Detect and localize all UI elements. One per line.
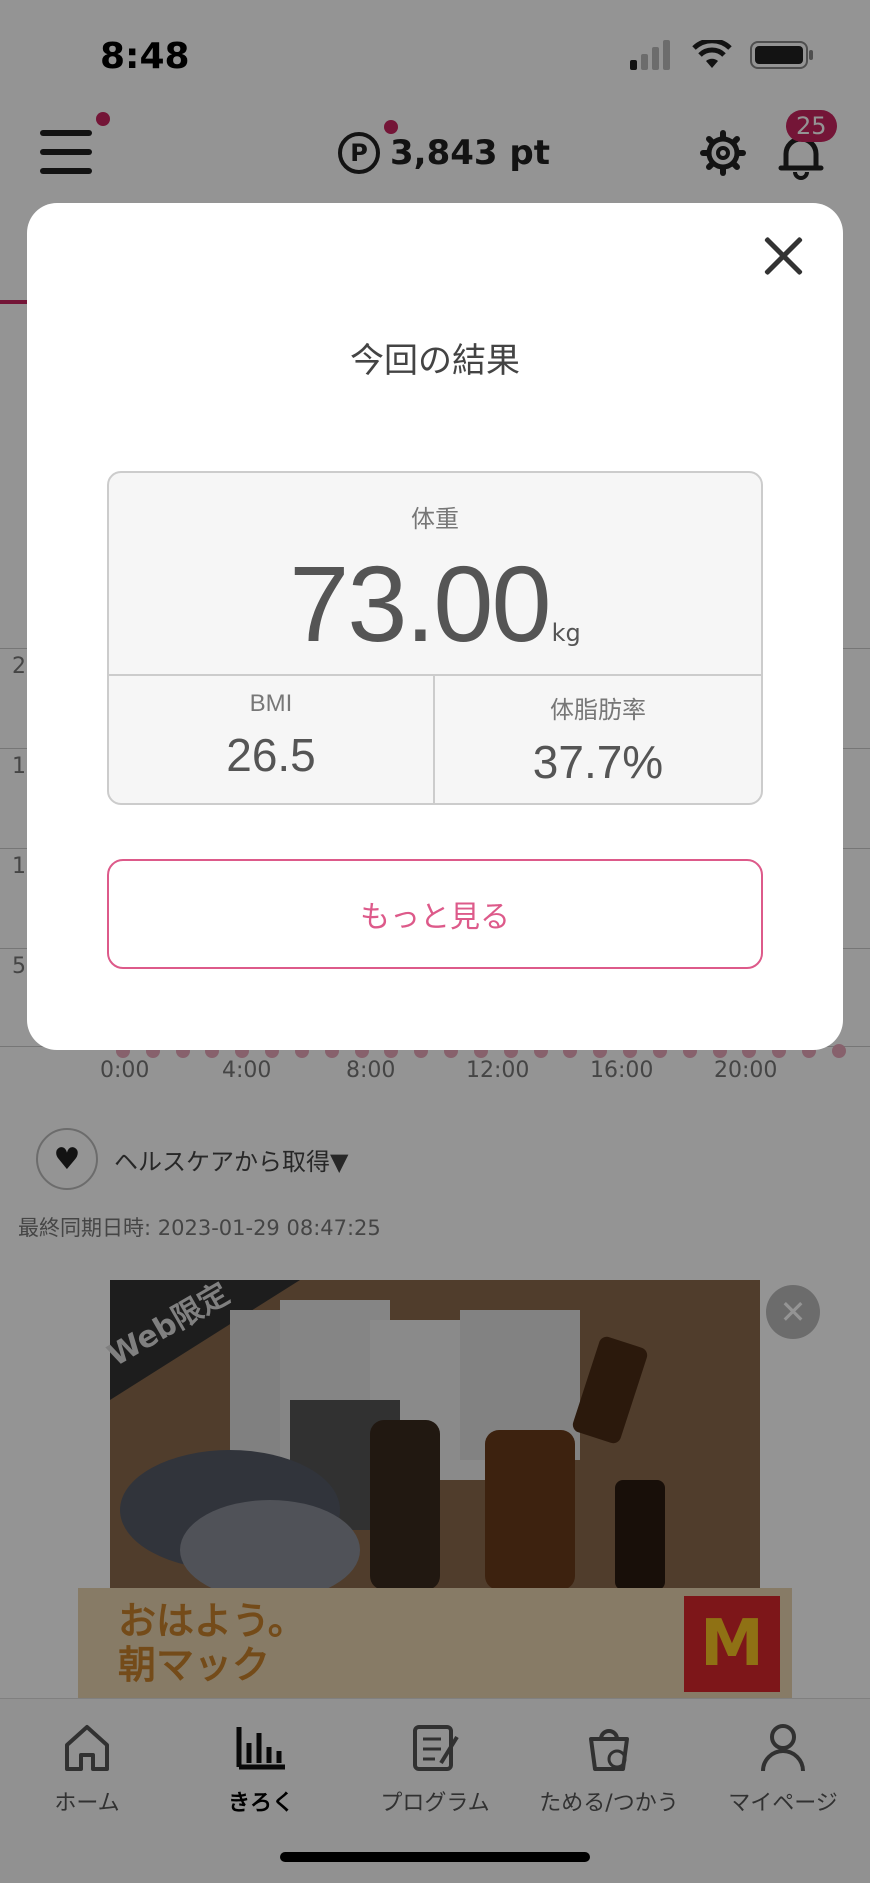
body-fat-label: 体脂肪率 <box>550 697 646 724</box>
body-fat-value: 37.7% <box>532 736 664 788</box>
result-card: 体重 73.00kg BMI 26.5 体脂肪率 37.7% <box>107 471 763 805</box>
weight-value-row: 73.00kg <box>109 541 761 666</box>
bmi-section: BMI 26.5 <box>109 676 435 803</box>
see-more-button[interactable]: もっと見る <box>107 859 763 969</box>
weight-label: 体重 <box>411 505 459 533</box>
bmi-label: BMI <box>249 690 293 717</box>
body-fat-section: 体脂肪率 37.7% <box>435 676 761 803</box>
app-screen: 8:48 P 3,843 pt 25 2 15 10 5 0:00 4:00 8… <box>0 0 870 1883</box>
result-modal: 今回の結果 体重 73.00kg BMI 26.5 体脂肪率 37.7% もっと… <box>27 203 843 1050</box>
close-icon[interactable] <box>757 229 811 283</box>
weight-section: 体重 73.00kg <box>109 473 761 676</box>
weight-unit: kg <box>551 619 581 647</box>
bmi-value: 26.5 <box>226 729 316 781</box>
modal-title: 今回の結果 <box>350 341 520 381</box>
weight-value: 73.00 <box>289 543 551 664</box>
